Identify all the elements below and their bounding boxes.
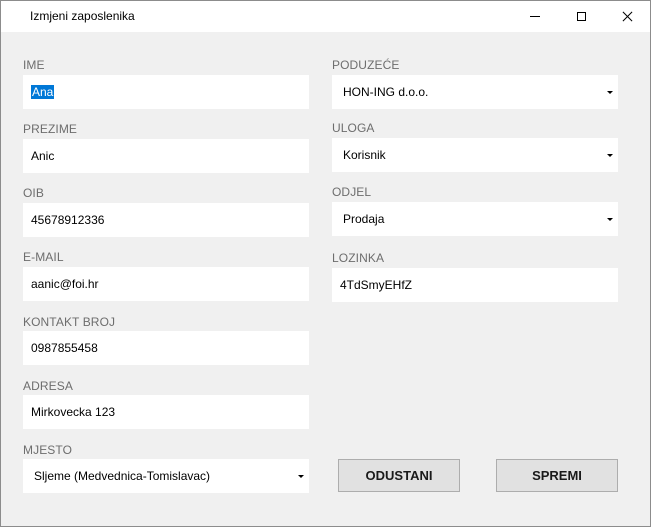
uloga-label: ULOGA [332, 121, 375, 135]
oib-value: 45678912336 [31, 213, 105, 227]
prezime-label: PREZIME [23, 122, 78, 136]
uloga-dropdown[interactable]: Korisnik [332, 138, 618, 172]
uloga-value: Korisnik [343, 148, 386, 162]
title-bar[interactable]: Izmjeni zaposlenika [1, 1, 650, 32]
odjel-value: Prodaja [343, 212, 385, 226]
window-title: Izmjeni zaposlenika [30, 9, 135, 23]
chevron-down-icon[interactable] [602, 84, 618, 100]
odjel-label: ODJEL [332, 185, 372, 199]
minimize-icon [530, 16, 540, 17]
ime-label: IME [23, 58, 45, 72]
mjesto-dropdown[interactable]: Sljeme (Medvednica-Tomislavac) [23, 459, 309, 493]
oib-field[interactable]: 45678912336 [23, 203, 309, 237]
maximize-button[interactable] [558, 1, 604, 32]
spremi-button[interactable]: SPREMI [496, 459, 618, 492]
odjel-dropdown[interactable]: Prodaja [332, 202, 618, 236]
odustani-button[interactable]: ODUSTANI [338, 459, 460, 492]
poduzece-value: HON-ING d.o.o. [343, 85, 429, 99]
minimize-button[interactable] [512, 1, 558, 32]
email-field[interactable]: aanic@foi.hr [23, 267, 309, 301]
prezime-value: Anic [31, 149, 55, 163]
close-button[interactable] [604, 1, 650, 32]
mjesto-value: Sljeme (Medvednica-Tomislavac) [34, 469, 211, 483]
mjesto-label: MJESTO [23, 443, 73, 457]
kontakt-field[interactable]: 0987855458 [23, 331, 309, 365]
poduzece-dropdown[interactable]: HON-ING d.o.o. [332, 75, 618, 109]
email-label: E-MAIL [23, 250, 64, 264]
ime-field[interactable]: Ana [23, 75, 309, 109]
chevron-down-icon[interactable] [602, 147, 618, 163]
maximize-icon [576, 12, 586, 21]
dialog-window: Izmjeni zaposlenika IME Ana PREZIME Anic… [0, 0, 651, 527]
kontakt-label: KONTAKT BROJ [23, 315, 116, 329]
adresa-value: Mirkovecka 123 [31, 405, 116, 419]
chevron-down-icon[interactable] [293, 468, 309, 484]
poduzece-label: PODUZEĆE [332, 58, 400, 72]
close-icon [622, 11, 633, 22]
ime-value: Ana [31, 85, 55, 99]
lozinka-value: 4TdSmyEHfZ [340, 278, 413, 292]
prezime-field[interactable]: Anic [23, 139, 309, 173]
adresa-label: ADRESA [23, 379, 73, 393]
kontakt-value: 0987855458 [31, 341, 98, 355]
lozinka-label: LOZINKA [332, 251, 385, 265]
email-value: aanic@foi.hr [31, 277, 99, 291]
adresa-field[interactable]: Mirkovecka 123 [23, 395, 309, 429]
lozinka-field[interactable]: 4TdSmyEHfZ [332, 268, 618, 302]
oib-label: OIB [23, 186, 44, 200]
chevron-down-icon[interactable] [602, 211, 618, 227]
